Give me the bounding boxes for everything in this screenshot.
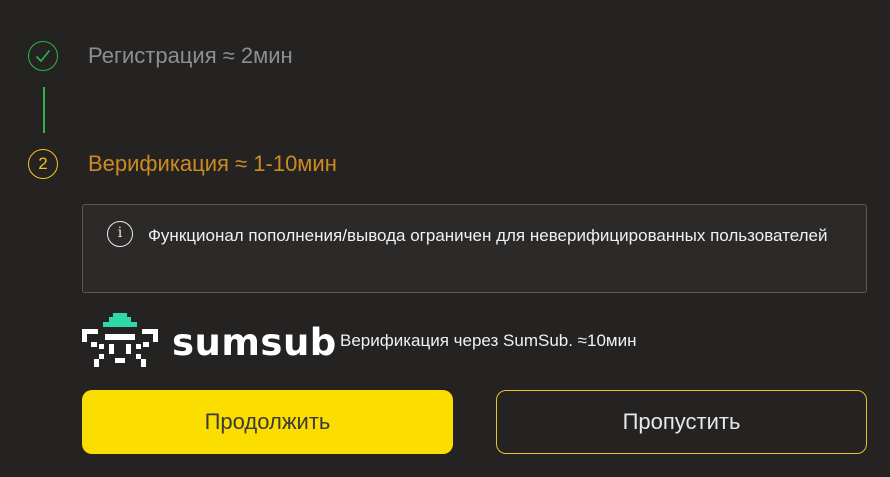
info-icon: i bbox=[107, 221, 133, 247]
continue-button[interactable]: Продолжить bbox=[82, 390, 453, 454]
sumsub-caption: Верификация через SumSub. ≈10мин bbox=[340, 331, 637, 350]
limitation-notice: i Функционал пополнения/вывода ограничен… bbox=[82, 204, 867, 293]
notice-text: Функционал пополнения/вывода ограничен д… bbox=[148, 226, 828, 245]
step-complete-check-icon bbox=[28, 41, 58, 71]
sumsub-wordmark: sumsub bbox=[172, 321, 337, 364]
step-connector-line bbox=[43, 87, 45, 133]
sumsub-logo-icon bbox=[82, 313, 160, 374]
step-number-badge: 2 bbox=[28, 149, 58, 179]
skip-button[interactable]: Пропустить bbox=[496, 390, 867, 454]
step-verification-label: Верификация ≈ 1-10мин bbox=[88, 151, 337, 176]
step-registration-label: Регистрация ≈ 2мин bbox=[88, 43, 293, 68]
